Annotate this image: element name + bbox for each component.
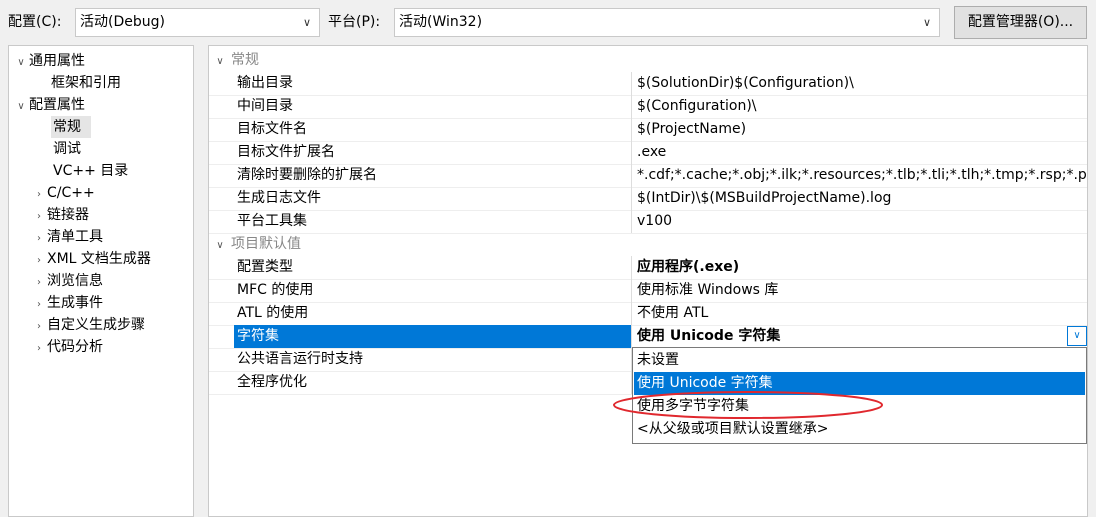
property-value[interactable]: v100 [632,210,1087,233]
property-name: 目标文件名 [234,118,632,141]
annotation-ellipse-shape [613,391,883,419]
chevron-right-icon[interactable]: › [31,250,47,272]
tree-item-vc-directories[interactable]: VC++ 目录 [53,160,128,182]
property-row-atl-use[interactable]: ATL 的使用 不使用 ATL [209,302,1087,326]
config-combo[interactable]: 活动(Debug) ∨ [75,8,320,37]
property-value[interactable]: 不使用 ATL [632,302,1087,325]
tree-item-label: XML 文档生成器 [47,251,151,267]
tree-item-general[interactable]: 常规 [51,116,91,138]
dropdown-option-not-set[interactable]: 未设置 [634,349,1085,372]
tree-item-label: 自定义生成步骤 [47,317,145,333]
property-name: MFC 的使用 [234,279,632,302]
chevron-right-icon[interactable]: › [31,184,47,206]
tree-item-label: 链接器 [47,207,89,223]
property-row-character-set[interactable]: 字符集 使用 Unicode 字符集 ∨ [209,325,1087,349]
tree-item-build-events[interactable]: › 生成事件 [31,292,103,314]
tree-item-config-properties[interactable]: ∨ 配置属性 [13,94,85,116]
config-label: 配置(C): [8,14,62,30]
expand-chevron-icon[interactable]: ∨ [13,52,29,74]
tree-item-label: 常规 [53,119,81,135]
property-row-intermediate-dir[interactable]: 中间目录 $(Configuration)\ [209,95,1087,119]
category-label: 常规 [231,52,259,68]
property-value[interactable]: $(SolutionDir)$(Configuration)\ [632,72,1087,95]
category-project-defaults[interactable]: ∨ 项目默认值 [209,233,301,256]
tree-item-label: C/C++ [47,185,95,201]
annotation-ellipse [613,391,883,419]
property-name: 目标文件扩展名 [234,141,632,164]
tree-item-label: 清单工具 [47,229,103,245]
platform-combo-value: 活动(Win32) [399,14,483,30]
property-name: 公共语言运行时支持 [234,348,632,371]
tree-item-code-analysis[interactable]: › 代码分析 [31,336,103,358]
collapse-chevron-icon[interactable]: ∨ [209,235,231,257]
property-name: 清除时要删除的扩展名 [234,164,632,187]
chevron-right-icon[interactable]: › [31,272,47,294]
property-row-config-type[interactable]: 配置类型 应用程序(.exe) [209,256,1087,280]
platform-combo[interactable]: 活动(Win32) ∨ [394,8,940,37]
property-value[interactable]: $(Configuration)\ [632,95,1087,118]
tree-item-label: 浏览信息 [47,273,103,289]
property-value[interactable]: $(IntDir)\$(MSBuildProjectName).log [632,187,1087,210]
tree-item-label: 框架和引用 [51,75,121,91]
property-row-clean-extensions[interactable]: 清除时要删除的扩展名 *.cdf;*.cache;*.obj;*.ilk;*.r… [209,164,1087,188]
tree-item-label: VC++ 目录 [53,163,129,179]
tree-item-label: 调试 [53,141,81,157]
property-name: 全程序优化 [234,371,632,394]
tree-item-xml-doc-generator[interactable]: › XML 文档生成器 [31,248,151,270]
property-value[interactable]: 使用 Unicode 字符集 [632,325,1067,348]
tree-item-manifest-tool[interactable]: › 清单工具 [31,226,103,248]
property-value[interactable]: .exe [632,141,1087,164]
tree-item-framework-references[interactable]: 框架和引用 [51,72,121,94]
property-name: 输出目录 [234,72,632,95]
config-combo-value: 活动(Debug) [80,14,165,30]
tree-item-c-cpp[interactable]: › C/C++ [31,182,95,204]
property-name: ATL 的使用 [234,302,632,325]
tree-item-linker[interactable]: › 链接器 [31,204,89,226]
property-row-platform-toolset[interactable]: 平台工具集 v100 [209,210,1087,234]
property-value[interactable]: $(ProjectName) [632,118,1087,141]
tree-item-label: 通用属性 [29,53,85,69]
chevron-right-icon[interactable]: › [31,338,47,360]
chevron-right-icon[interactable]: › [31,294,47,316]
property-value[interactable]: *.cdf;*.cache;*.obj;*.ilk;*.resources;*.… [632,164,1087,187]
property-name: 生成日志文件 [234,187,632,210]
tree-item-label: 生成事件 [47,295,103,311]
property-row-target-name[interactable]: 目标文件名 $(ProjectName) [209,118,1087,142]
tree-item-common-properties[interactable]: ∨ 通用属性 [13,50,85,72]
property-tree: ∨ 通用属性 框架和引用 ∨ 配置属性 常规 调试 VC++ 目录 › C/C++ ›… [8,45,194,517]
platform-label: 平台(P): [328,14,381,30]
property-row-build-log[interactable]: 生成日志文件 $(IntDir)\$(MSBuildProjectName).l… [209,187,1087,211]
chevron-right-icon[interactable]: › [31,228,47,250]
tree-item-browse-info[interactable]: › 浏览信息 [31,270,103,292]
chevron-right-icon[interactable]: › [31,206,47,228]
chevron-right-icon[interactable]: › [31,316,47,338]
tree-item-custom-build-step[interactable]: › 自定义生成步骤 [31,314,145,336]
chevron-down-icon: ∨ [302,16,311,29]
chevron-down-icon: ∨ [922,16,931,29]
property-name: 中间目录 [234,95,632,118]
property-name: 平台工具集 [234,210,632,233]
tree-item-debugging[interactable]: 调试 [53,138,81,160]
config-manager-button[interactable]: 配置管理器(O)... [954,6,1087,39]
expand-chevron-icon[interactable]: ∨ [13,96,29,118]
property-value[interactable]: 应用程序(.exe) [632,256,1087,279]
property-name: 字符集 [234,325,632,348]
tree-item-label: 代码分析 [47,339,103,355]
tree-item-label: 配置属性 [29,97,85,113]
property-row-mfc-use[interactable]: MFC 的使用 使用标准 Windows 库 [209,279,1087,303]
property-name: 配置类型 [234,256,632,279]
chevron-down-icon[interactable]: ∨ [1067,326,1087,346]
collapse-chevron-icon[interactable]: ∨ [209,51,231,73]
property-row-target-ext[interactable]: 目标文件扩展名 .exe [209,141,1087,165]
category-label: 项目默认值 [231,236,301,252]
category-general[interactable]: ∨ 常规 [209,49,259,72]
property-row-output-dir[interactable]: 输出目录 $(SolutionDir)$(Configuration)\ [209,72,1087,96]
property-grid: ∨ 常规 输出目录 $(SolutionDir)$(Configuration)\… [208,45,1088,517]
property-value[interactable]: 使用标准 Windows 库 [632,279,1087,302]
